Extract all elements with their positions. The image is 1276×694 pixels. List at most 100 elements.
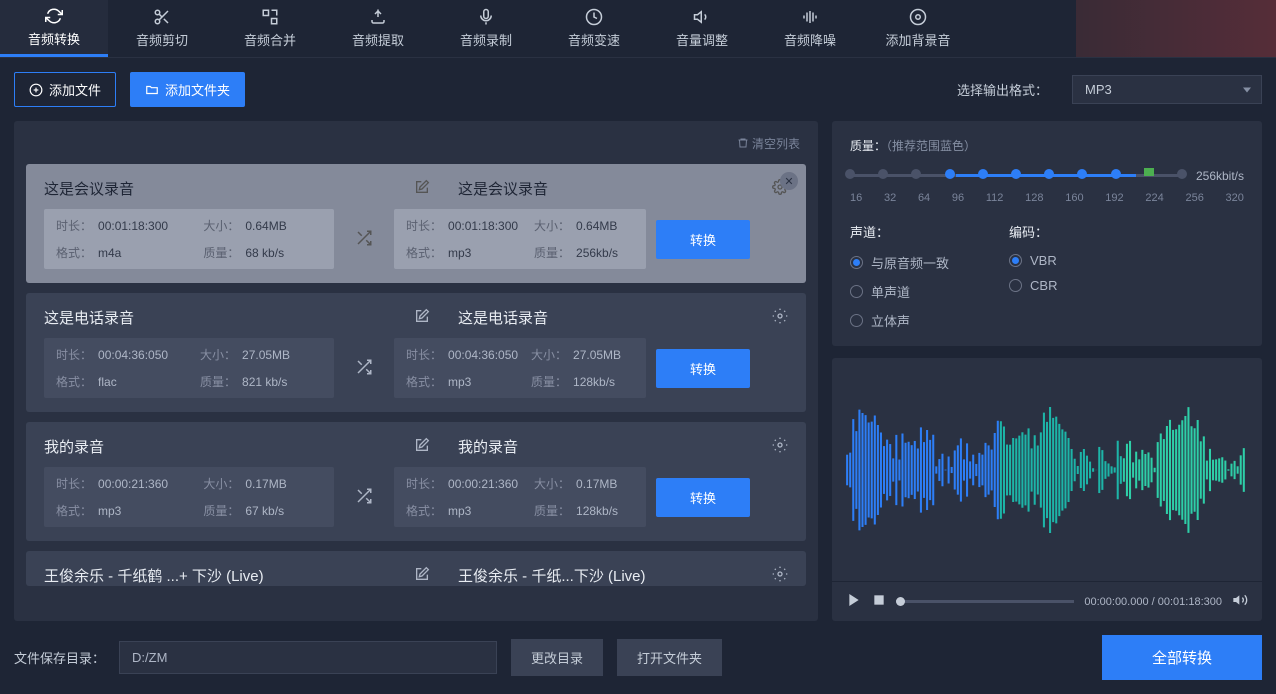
- format-label: 选择输出格式：: [957, 80, 1048, 99]
- rename-icon[interactable]: [414, 179, 438, 198]
- tab-label: 音频转换: [28, 29, 80, 48]
- progress-bar[interactable]: [896, 600, 1074, 603]
- waveform-panel: 00:00:00.000 / 00:01:18:300: [832, 358, 1262, 621]
- footer: 文件保存目录： D:/ZM 更改目录 打开文件夹 全部转换: [0, 621, 1276, 694]
- volume-button[interactable]: [1232, 592, 1248, 611]
- quality-panel: 质量：（推荐范围蓝色） 256kbit/s 163264961121281601…: [832, 121, 1262, 346]
- encoding-title: 编码：: [1009, 222, 1057, 241]
- save-path-label: 文件保存目录：: [14, 648, 105, 667]
- save-path-input[interactable]: D:/ZM: [119, 641, 497, 674]
- tab-audio-merge[interactable]: 音频合并: [216, 0, 324, 57]
- meta-in: 时长：00:04:36:050 大小：27.05MB 格式：flac 质量：82…: [44, 338, 334, 398]
- close-button[interactable]: ✕: [780, 172, 798, 190]
- stop-button[interactable]: [872, 593, 886, 610]
- tab-volume-adjust[interactable]: 音量调整: [648, 0, 756, 57]
- speed-icon: [585, 8, 603, 26]
- settings-icon[interactable]: [772, 308, 788, 327]
- tab-label: 音频录制: [460, 30, 512, 49]
- tab-denoise[interactable]: 音频降噪: [756, 0, 864, 57]
- file-title-out: 王俊余乐 - 千纸...下沙 (Live): [458, 565, 762, 586]
- file-title-in: 这是电话录音: [44, 307, 414, 328]
- tab-label: 音量调整: [676, 30, 728, 49]
- quality-title: 质量：（推荐范围蓝色）: [850, 137, 1244, 154]
- refresh-icon: [45, 7, 63, 25]
- file-title-in: 王俊余乐 - 千纸鹤 ...+ 下沙 (Live): [44, 565, 414, 586]
- meta-in: 时长：00:01:18:300 大小：0.64MB 格式：m4a 质量：68 k…: [44, 209, 334, 269]
- tab-audio-record[interactable]: 音频录制: [432, 0, 540, 57]
- file-card[interactable]: ✕ 这是会议录音 这是会议录音 时长：00:01:18:300 大小：0.64M…: [26, 164, 806, 283]
- settings-icon[interactable]: [772, 566, 788, 585]
- folder-icon: [145, 83, 159, 97]
- convert-all-button[interactable]: 全部转换: [1102, 635, 1262, 680]
- trash-icon: [737, 137, 749, 149]
- tab-audio-cut[interactable]: 音频剪切: [108, 0, 216, 57]
- encoding-options: 编码： VBR CBR: [1009, 222, 1057, 330]
- shuffle-icon: [344, 358, 384, 379]
- add-file-button[interactable]: 添加文件: [14, 72, 116, 107]
- tab-label: 音频变速: [568, 30, 620, 49]
- bitrate-value: 256kbit/s: [1196, 169, 1244, 183]
- watermark: [1076, 0, 1276, 57]
- shuffle-icon: [344, 487, 384, 508]
- file-title-out: 这是会议录音: [458, 178, 762, 199]
- convert-button[interactable]: 转换: [656, 349, 750, 388]
- radio-encoding-vbr[interactable]: VBR: [1009, 253, 1057, 268]
- tab-audio-extract[interactable]: 音频提取: [324, 0, 432, 57]
- radio-channel-mono[interactable]: 单声道: [850, 282, 949, 301]
- quality-slider[interactable]: [850, 166, 1182, 186]
- clear-list-button[interactable]: 清空列表: [26, 133, 806, 154]
- shuffle-icon: [344, 229, 384, 250]
- add-folder-button[interactable]: 添加文件夹: [130, 72, 245, 107]
- add-file-label: 添加文件: [49, 80, 101, 99]
- radio-channel-stereo[interactable]: 立体声: [850, 311, 949, 330]
- merge-icon: [261, 8, 279, 26]
- meta-out: 时长：00:04:36:050 大小：27.05MB 格式：mp3 质量：128…: [394, 338, 646, 398]
- radio-channel-same[interactable]: 与原音频一致: [850, 253, 949, 272]
- convert-button[interactable]: 转换: [656, 478, 750, 517]
- file-list-panel: 清空列表 ✕ 这是会议录音 这是会议录音 时长：00:01:18:300 大小：…: [14, 121, 818, 621]
- tab-label: 音频剪切: [136, 30, 188, 49]
- meta-in: 时长：00:00:21:360 大小：0.17MB 格式：mp3 质量：67 k…: [44, 467, 334, 527]
- output-format-select[interactable]: MP3: [1072, 75, 1262, 104]
- waveform: [832, 358, 1262, 581]
- meta-out: 时长：00:01:18:300 大小：0.64MB 格式：mp3 质量：256k…: [394, 209, 646, 269]
- file-card[interactable]: 王俊余乐 - 千纸鹤 ...+ 下沙 (Live) 王俊余乐 - 千纸...下沙…: [26, 551, 806, 586]
- tab-bgm[interactable]: 添加背景音: [864, 0, 972, 57]
- file-card[interactable]: 这是电话录音 这是电话录音 时长：00:04:36:050 大小：27.05MB…: [26, 293, 806, 412]
- volume-icon: [693, 8, 711, 26]
- add-folder-label: 添加文件夹: [165, 80, 230, 99]
- open-folder-button[interactable]: 打开文件夹: [617, 639, 722, 676]
- channel-options: 声道： 与原音频一致 单声道 立体声: [850, 222, 949, 330]
- rename-icon[interactable]: [414, 437, 438, 456]
- extract-icon: [369, 8, 387, 26]
- top-tabs: 音频转换 音频剪切 音频合并 音频提取 音频录制 音频变速 音量调整 音频降噪 …: [0, 0, 1276, 58]
- cut-icon: [153, 8, 171, 26]
- file-title-out: 这是电话录音: [458, 307, 762, 328]
- format-value: MP3: [1085, 82, 1112, 97]
- rename-icon[interactable]: [414, 566, 438, 585]
- change-dir-button[interactable]: 更改目录: [511, 639, 603, 676]
- channel-title: 声道：: [850, 222, 949, 241]
- rename-icon[interactable]: [414, 308, 438, 327]
- mic-icon: [477, 8, 495, 26]
- tab-audio-convert[interactable]: 音频转换: [0, 0, 108, 57]
- tab-label: 添加背景音: [885, 30, 950, 49]
- toolbar: 添加文件 添加文件夹 选择输出格式： MP3: [0, 58, 1276, 121]
- meta-out: 时长：00:00:21:360 大小：0.17MB 格式：mp3 质量：128k…: [394, 467, 646, 527]
- radio-encoding-cbr[interactable]: CBR: [1009, 278, 1057, 293]
- file-title-in: 这是会议录音: [44, 178, 414, 199]
- file-title-out: 我的录音: [458, 436, 762, 457]
- plus-icon: [29, 83, 43, 97]
- denoise-icon: [801, 8, 819, 26]
- tab-label: 音频提取: [352, 30, 404, 49]
- settings-icon[interactable]: [772, 437, 788, 456]
- time-display: 00:00:00.000 / 00:01:18:300: [1084, 596, 1222, 608]
- tab-label: 音频合并: [244, 30, 296, 49]
- convert-button[interactable]: 转换: [656, 220, 750, 259]
- play-button[interactable]: [846, 592, 862, 611]
- tab-label: 音频降噪: [784, 30, 836, 49]
- file-card[interactable]: 我的录音 我的录音 时长：00:00:21:360 大小：0.17MB 格式：m…: [26, 422, 806, 541]
- tab-audio-speed[interactable]: 音频变速: [540, 0, 648, 57]
- file-title-in: 我的录音: [44, 436, 414, 457]
- bgm-icon: [909, 8, 927, 26]
